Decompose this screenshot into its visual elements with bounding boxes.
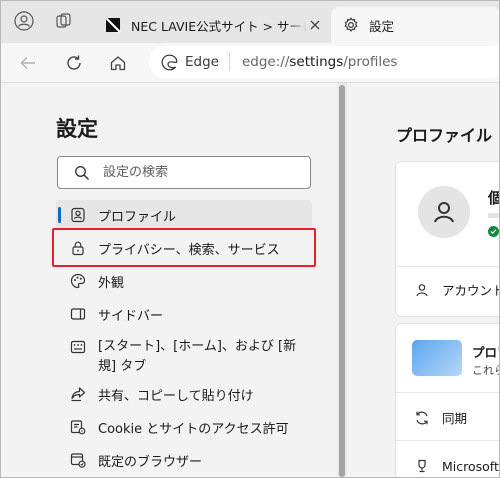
- account-row[interactable]: アカウント: [414, 280, 500, 299]
- person-icon: [14, 11, 34, 35]
- site-label: Edge: [185, 54, 219, 70]
- share-icon: [70, 386, 86, 402]
- sidebar-item-label: 外観: [98, 275, 125, 291]
- sidebar-item-default-browser[interactable]: 既定のブラウザー: [56, 445, 312, 475]
- back-button[interactable]: [15, 50, 41, 76]
- lock-icon: [70, 240, 86, 256]
- browser-window: NEC LAVIE公式サイト > サービス＆サポート 設定: [0, 0, 500, 478]
- settings-sidebar: 設定 プロファイル プライバシー、検索、サービス: [1, 83, 337, 477]
- profile-card: 個 アカウント: [395, 161, 500, 317]
- sidebar-item-share-copy-paste[interactable]: 共有、コピーして貼り付け: [56, 379, 312, 409]
- sidebar-item-appearance[interactable]: 外観: [56, 266, 312, 296]
- page-title: 設定: [56, 117, 98, 141]
- close-tab-button[interactable]: [307, 17, 323, 33]
- avatar: [418, 186, 470, 238]
- sync-icon: [414, 410, 430, 426]
- default-browser-icon: [70, 452, 86, 468]
- profile-icon: [70, 207, 86, 223]
- microsoft-rewards-row[interactable]: Microsoft: [414, 458, 499, 474]
- tab-nec-lavie[interactable]: NEC LAVIE公式サイト > サービス＆サポート: [95, 7, 331, 43]
- person-icon: [434, 202, 454, 223]
- profiles-content: プロファイル 個 アカウント プロフ これら: [347, 83, 500, 477]
- tab-title: 設定: [369, 18, 395, 34]
- tab-title: NEC LAVIE公式サイト > サービス＆サポート: [131, 18, 307, 34]
- refresh-button[interactable]: [61, 50, 87, 76]
- sidebar-item-label: プライバシー、検索、サービス: [98, 242, 280, 258]
- trophy-icon: [414, 458, 430, 474]
- search-icon: [74, 165, 90, 181]
- sidebar-icon: [70, 306, 86, 322]
- navigation-bar: Edge edge://settings/profiles: [1, 43, 499, 83]
- sidebar-item-label: Cookie とサイトのアクセス許可: [98, 421, 289, 437]
- divider: [396, 440, 499, 441]
- profile-email-placeholder: [488, 213, 499, 218]
- sidebar-item-label: [スタート]、[ホーム]、および [新規] タブ: [98, 339, 297, 374]
- microsoft-row-label: Microsoft: [442, 458, 499, 474]
- sidebar-item-label: サイドバー: [98, 308, 164, 324]
- back-arrow-icon: [20, 57, 35, 69]
- sidebar-item-label: 既定のブラウザー: [98, 454, 203, 470]
- sidebar-item-profiles[interactable]: プロファイル: [56, 200, 312, 230]
- workspaces-button[interactable]: [51, 10, 77, 36]
- sidebar-item-sidebar[interactable]: サイドバー: [56, 299, 312, 329]
- divider: [396, 392, 499, 393]
- home-button[interactable]: [105, 50, 131, 76]
- sidebar-item-cookies[interactable]: Cookie とサイトのアクセス許可: [56, 412, 312, 442]
- sidebar-item-label: 共有、コピーして貼り付け: [98, 388, 254, 404]
- sidebar-scrollbar[interactable]: [337, 83, 347, 477]
- profile-avatar-button[interactable]: [11, 10, 37, 36]
- account-row-label: アカウント: [442, 283, 500, 298]
- promo-subtitle: これら: [472, 364, 499, 377]
- address-bar[interactable]: Edge edge://settings/profiles: [149, 46, 499, 78]
- gear-icon: [343, 17, 359, 33]
- sidebar-item-label: プロファイル: [98, 209, 177, 225]
- site-favicon-icon: [105, 17, 121, 33]
- tab-settings[interactable]: 設定: [331, 7, 499, 43]
- palette-icon: [70, 273, 86, 289]
- sync-row-label: 同期: [442, 411, 468, 426]
- settings-menu: プロファイル プライバシー、検索、サービス 外観 サイドバー [スタート]、[ホ…: [56, 200, 312, 477]
- workspaces-icon: [54, 11, 74, 35]
- scrollbar-thumb[interactable]: [339, 85, 345, 477]
- sync-row[interactable]: 同期: [414, 408, 467, 427]
- tab-bar: NEC LAVIE公式サイト > サービス＆サポート 設定: [1, 1, 499, 43]
- home-icon: [110, 56, 126, 71]
- profile-name: 個: [488, 187, 499, 208]
- person-icon: [414, 282, 430, 298]
- divider: [396, 266, 499, 267]
- promo-title: プロフ: [472, 345, 499, 360]
- close-icon: [310, 20, 320, 30]
- section-title: プロファイル: [396, 126, 493, 145]
- refresh-icon: [67, 55, 81, 70]
- profile-promo-image: [412, 340, 462, 376]
- sync-card: プロフ これら 同期 Microsoft: [395, 323, 499, 477]
- site-identity-chip[interactable]: Edge: [149, 53, 230, 71]
- search-input[interactable]: [103, 165, 303, 180]
- sidebar-item-start-home-newtab[interactable]: [スタート]、[ホーム]、および [新規] タブ: [56, 332, 312, 376]
- home-tab-icon: [70, 339, 86, 355]
- sidebar-item-privacy[interactable]: プライバシー、検索、サービス: [56, 233, 312, 263]
- sync-status-icon: [488, 226, 499, 237]
- url-text: edge://settings/profiles: [241, 54, 398, 70]
- settings-search[interactable]: [57, 156, 311, 189]
- cookie-permission-icon: [70, 419, 86, 435]
- edge-logo-icon: [161, 54, 178, 71]
